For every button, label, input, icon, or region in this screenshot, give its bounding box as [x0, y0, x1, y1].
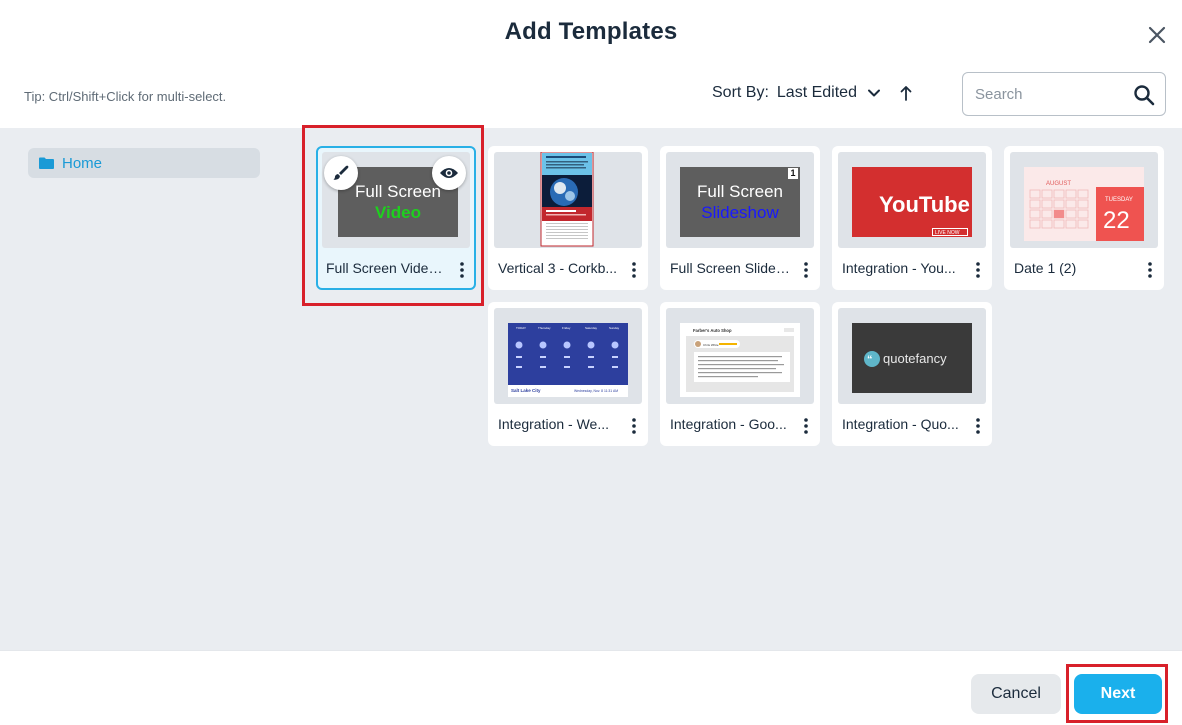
- folder-icon: [39, 157, 54, 169]
- weather-day-1: TODAY: [516, 326, 526, 330]
- weather-city: Salt Lake City: [511, 388, 541, 393]
- template-card-integration-quotefancy[interactable]: “ quotefancy Integration - Quo...: [832, 302, 992, 446]
- quotefancy-logo-text: quotefancy: [883, 351, 947, 366]
- cancel-button[interactable]: Cancel: [971, 674, 1061, 714]
- close-icon: [1148, 26, 1166, 44]
- template-thumbnail: Farber's Auto Shop Chris White: [666, 308, 814, 404]
- template-thumbnail: Full Screen Slideshow 1: [666, 152, 814, 248]
- footer-divider: [0, 650, 1182, 651]
- more-options-icon[interactable]: [628, 416, 640, 436]
- preview-template-button[interactable]: [432, 156, 466, 190]
- quotefancy-thumbnail: “ quotefancy: [852, 323, 972, 393]
- calendar-month: AUGUST: [1046, 181, 1071, 187]
- close-button[interactable]: [1144, 22, 1170, 48]
- folder-label: Home: [62, 154, 103, 172]
- template-name: Full Screen Video ...: [326, 260, 450, 276]
- next-button[interactable]: Next: [1074, 674, 1162, 714]
- sort-value-dropdown[interactable]: Last Edited: [777, 84, 857, 102]
- sort-control: Sort By: Last Edited: [712, 84, 913, 102]
- template-thumbnail: “ quotefancy: [838, 308, 986, 404]
- template-card-vertical-3-corkboard[interactable]: Vertical 3 - Corkb...: [488, 146, 648, 290]
- youtube-thumbnail: YouTube LIVE NOW: [852, 167, 972, 237]
- template-name: Integration - You...: [842, 260, 956, 276]
- thumbnail-line-1: Full Screen: [697, 182, 783, 201]
- more-options-icon[interactable]: [800, 416, 812, 436]
- more-options-icon[interactable]: [1144, 260, 1156, 280]
- template-card-integration-weather[interactable]: TODAY Thursday Friday Saturday Sunday Sa…: [488, 302, 648, 446]
- more-options-icon[interactable]: [972, 416, 984, 436]
- template-name: Integration - Quo...: [842, 416, 959, 432]
- eye-icon: [440, 168, 458, 178]
- thumbnail-line-2: Video: [375, 203, 421, 222]
- folder-item-home[interactable]: Home: [28, 148, 260, 178]
- svg-text:“: “: [867, 354, 873, 366]
- weather-day-5: Sunday: [609, 326, 620, 330]
- template-name: Vertical 3 - Corkb...: [498, 260, 618, 276]
- weather-thumbnail: TODAY Thursday Friday Saturday Sunday Sa…: [508, 323, 628, 397]
- weather-date: Wednesday, Nov. 8 11:31 AM: [574, 389, 618, 393]
- paintbrush-icon: [333, 165, 349, 180]
- sort-label: Sort By:: [712, 84, 769, 101]
- template-name: Full Screen Slides...: [670, 260, 794, 276]
- more-options-icon[interactable]: [628, 260, 640, 280]
- chevron-down-icon[interactable]: [867, 86, 881, 100]
- search-box: [962, 72, 1166, 116]
- weather-day-3: Friday: [562, 326, 571, 330]
- search-input[interactable]: [975, 83, 1125, 105]
- sort-direction-arrow-up-icon[interactable]: [899, 85, 913, 101]
- live-now-badge: LIVE NOW: [935, 230, 960, 236]
- calendar-day: 22: [1103, 207, 1130, 234]
- thumbnail-line-1: Full Screen: [355, 182, 441, 201]
- thumbnail-preview: Full Screen Slideshow 1: [680, 167, 800, 237]
- template-thumbnail: YouTube LIVE NOW: [838, 152, 986, 248]
- template-card-full-screen-slideshow[interactable]: Full Screen Slideshow 1 Full Screen Slid…: [660, 146, 820, 290]
- template-card-date-1[interactable]: AUGUST TUESDAY 22 Date 1 (2): [1004, 146, 1164, 290]
- reviewer-name: Chris White: [703, 343, 719, 347]
- weather-day-2: Thursday: [538, 326, 551, 330]
- template-thumbnail: AUGUST TUESDAY 22: [1010, 152, 1158, 248]
- weather-day-4: Saturday: [585, 326, 598, 330]
- template-name: Integration - Goo...: [670, 416, 787, 432]
- calendar-thumbnail: AUGUST TUESDAY 22: [1024, 167, 1144, 241]
- more-options-icon[interactable]: [800, 260, 812, 280]
- template-card-integration-google-reviews[interactable]: Farber's Auto Shop Chris White Integrati…: [660, 302, 820, 446]
- template-thumbnail: [494, 152, 642, 248]
- template-card-integration-youtube[interactable]: YouTube LIVE NOW Integration - You...: [832, 146, 992, 290]
- template-name: Date 1 (2): [1014, 260, 1077, 276]
- google-reviews-thumbnail: Farber's Auto Shop Chris White: [680, 323, 800, 397]
- youtube-logo-text: YouTube: [879, 192, 970, 217]
- template-card-full-screen-video[interactable]: Full Screen Video Full Screen Video ...: [316, 146, 476, 290]
- thumbnail-line-2: Slideshow: [701, 203, 779, 222]
- more-options-icon[interactable]: [456, 260, 468, 280]
- dialog-title: Add Templates: [504, 18, 678, 45]
- vertical-corkboard-thumbnail: [540, 152, 594, 247]
- edit-template-button[interactable]: [324, 156, 358, 190]
- more-options-icon[interactable]: [972, 260, 984, 280]
- review-business-name: Farber's Auto Shop: [693, 328, 732, 333]
- multi-select-tip: Tip: Ctrl/Shift+Click for multi-select.: [24, 89, 227, 104]
- calendar-weekday: TUESDAY: [1105, 197, 1133, 203]
- template-thumbnail: TODAY Thursday Friday Saturday Sunday Sa…: [494, 308, 642, 404]
- search-icon[interactable]: [1133, 84, 1155, 106]
- template-name: Integration - We...: [498, 416, 610, 432]
- slide-count-badge: 1: [788, 168, 798, 179]
